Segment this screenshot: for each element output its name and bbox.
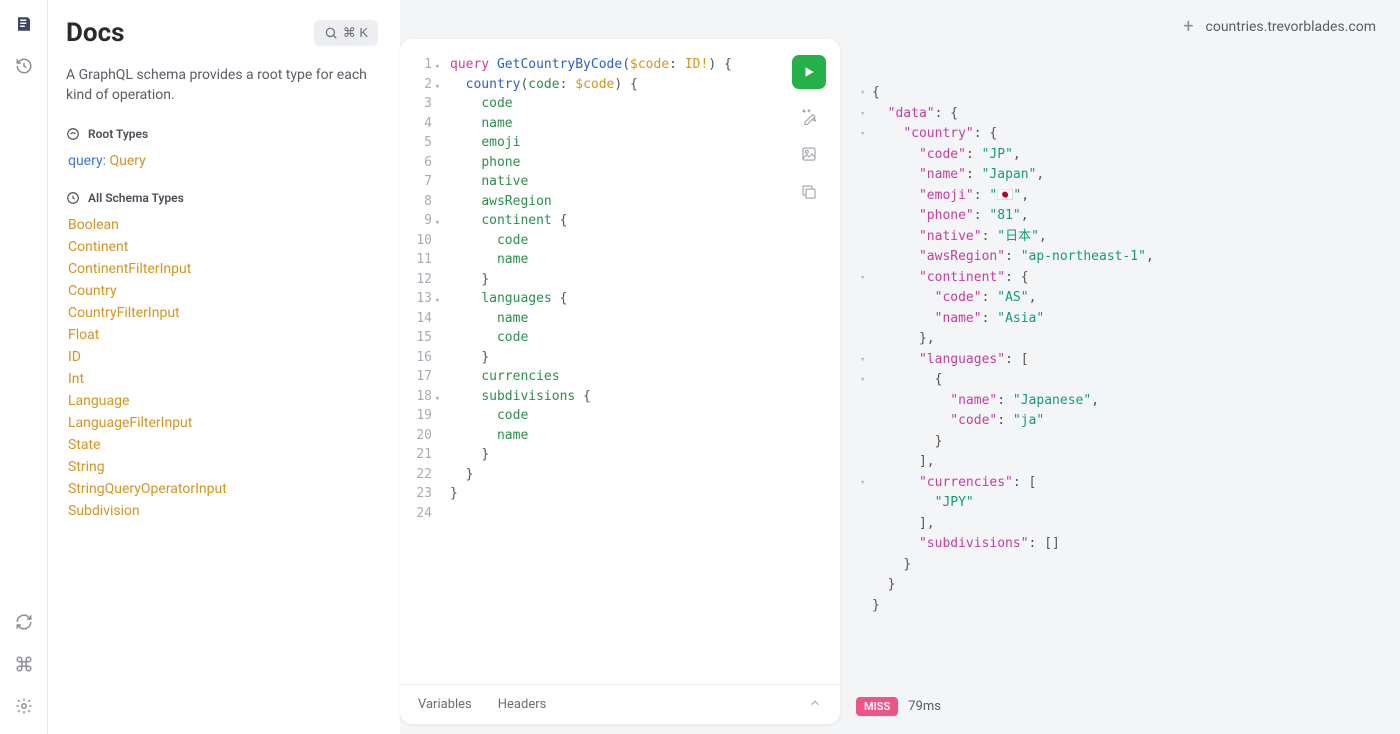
refresh-icon[interactable] (14, 612, 34, 632)
root-types-header[interactable]: Root Types (66, 127, 378, 141)
headers-tab[interactable]: Headers (498, 697, 547, 712)
schema-type-item[interactable]: Country (68, 283, 378, 299)
query-editor: 1▾2▾3456789▾10111213▾1415161718▾19202122… (400, 39, 840, 724)
merge-icon[interactable] (798, 143, 820, 165)
docs-panel: Docs ⌘ K A GraphQL schema provides a roo… (48, 0, 400, 734)
editor-toolbar (792, 55, 826, 203)
copy-icon[interactable] (798, 181, 820, 203)
search-shortcut: ⌘ K (343, 25, 368, 41)
icon-sidebar (0, 0, 48, 734)
search-button[interactable]: ⌘ K (314, 20, 378, 46)
add-tab-icon[interactable]: + (1183, 16, 1193, 37)
schema-type-item[interactable]: LanguageFilterInput (68, 415, 378, 431)
top-bar: + countries.trevorblades.com (400, 10, 1390, 39)
docs-icon[interactable] (14, 14, 34, 34)
schema-type-item[interactable]: String (68, 459, 378, 475)
schema-type-item[interactable]: Subdivision (68, 503, 378, 519)
history-icon[interactable] (14, 56, 34, 76)
endpoint-label[interactable]: countries.trevorblades.com (1206, 19, 1376, 35)
docs-title: Docs (66, 18, 124, 48)
schema-type-item[interactable]: Float (68, 327, 378, 343)
schema-type-item[interactable]: Int (68, 371, 378, 387)
settings-icon[interactable] (14, 696, 34, 716)
schema-type-item[interactable]: ContinentFilterInput (68, 261, 378, 277)
schema-type-item[interactable]: Boolean (68, 217, 378, 233)
schema-type-item[interactable]: CountryFilterInput (68, 305, 378, 321)
schema-type-list: Boolean Continent ContinentFilterInput Coun… (66, 217, 378, 519)
response-timing: 79ms (908, 699, 941, 714)
response-panel: ▾{▾ "data": {▾ "country": { "code": "JP"… (852, 39, 1390, 724)
response-footer: MISS 79ms (852, 689, 1390, 724)
schema-type-item[interactable]: Continent (68, 239, 378, 255)
editor-footer: Variables Headers (400, 684, 840, 724)
schema-type-item[interactable]: State (68, 437, 378, 453)
editor-body[interactable]: 1▾2▾3456789▾10111213▾1415161718▾19202122… (400, 39, 840, 684)
chevron-up-icon[interactable] (808, 695, 822, 714)
schema-type-item[interactable]: Language (68, 393, 378, 409)
schema-type-item[interactable]: ID (68, 349, 378, 365)
schema-type-item[interactable]: StringQueryOperatorInput (68, 481, 378, 497)
prettify-icon[interactable] (798, 105, 820, 127)
cache-badge: MISS (856, 697, 898, 716)
execute-button[interactable] (792, 55, 826, 89)
variables-tab[interactable]: Variables (418, 697, 472, 712)
root-type-query[interactable]: query: Query (66, 153, 378, 169)
main-area: + countries.trevorblades.com 1▾2▾3456789… (400, 0, 1400, 734)
shortcut-icon[interactable] (14, 654, 34, 674)
response-body[interactable]: ▾{▾ "data": {▾ "country": { "code": "JP"… (852, 39, 1390, 689)
docs-description: A GraphQL schema provides a root type fo… (66, 66, 378, 105)
all-schema-types-header[interactable]: All Schema Types (66, 191, 378, 205)
